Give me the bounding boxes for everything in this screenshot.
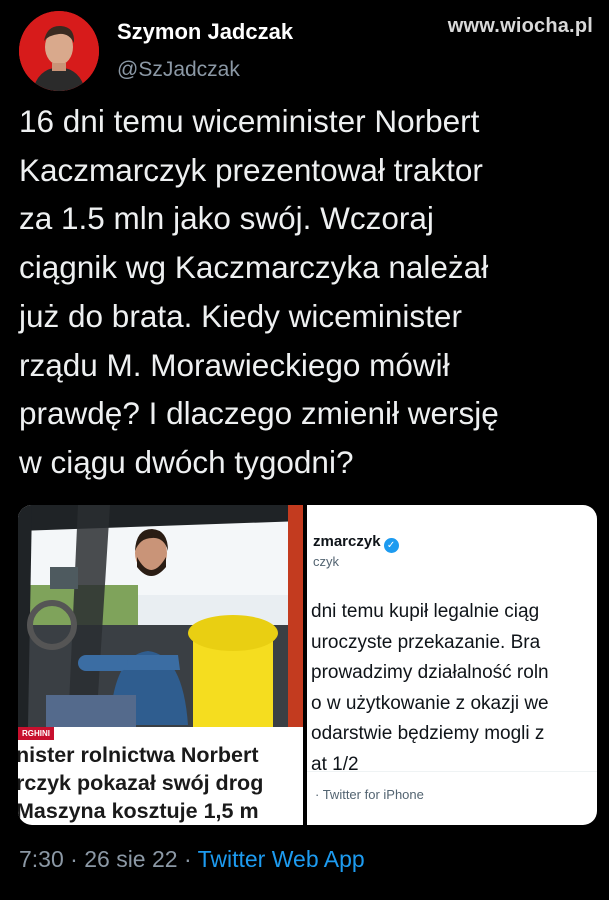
headline-line: rczyk pokazał swój drog	[18, 771, 264, 795]
watermark: www.wiocha.pl	[447, 15, 593, 37]
embedded-tweet-screenshot[interactable]: zmarczyk ✓ czyk dni temu kupił legalnie c…	[305, 505, 597, 825]
tweet-line: prawdę? I dlaczego zmienił wersję	[19, 395, 499, 432]
tweet-line: w ciągu dwóch tygodni?	[19, 443, 354, 480]
tweet-line: Kaczmarczyk prezentował traktor	[19, 151, 483, 188]
divider	[307, 771, 597, 772]
tweet-line: rządu M. Morawieckiego mówił	[19, 346, 450, 383]
tweet-line: ciągnik wg Kaczmarczyka należał	[19, 249, 489, 286]
tweet-text: 16 dni temu wiceminister Norbert Kaczmar…	[19, 97, 599, 487]
news-headline: nister rolnictwa Norbert rczyk pokazał s…	[18, 741, 303, 825]
embedded-line: prowadzimy działalność roln	[311, 662, 549, 683]
avatar-portrait	[19, 11, 99, 91]
headline-line: nister rolnictwa Norbert	[18, 743, 259, 767]
embedded-line: at 1/2	[311, 753, 359, 775]
embedded-author-name: zmarczyk	[313, 533, 381, 550]
embedded-tweet-source: · Twitter for iPhone	[315, 787, 424, 802]
tweet-date[interactable]: 26 sie 22	[84, 846, 177, 872]
tweet-line: 16 dni temu wiceminister Norbert	[19, 103, 480, 139]
tractor-photo	[18, 505, 303, 727]
news-screenshot[interactable]: RGHINI nister rolnictwa Norbert rczyk po…	[18, 505, 303, 825]
tweet-meta: 7:30 · 26 sie 22 · Twitter Web App	[19, 846, 365, 873]
author-name[interactable]: Szymon Jadczak	[117, 19, 293, 45]
tweet-time[interactable]: 7:30	[19, 846, 64, 872]
tweet-line: za 1.5 mln jako swój. Wczoraj	[19, 200, 434, 237]
author-handle[interactable]: @SzJadczak	[117, 58, 240, 82]
news-badge: RGHINI	[18, 727, 54, 740]
tweet-line: już do brata. Kiedy wiceminister	[19, 297, 462, 334]
embedded-tweet-handle: czyk	[313, 554, 339, 569]
embedded-tweet-text: dni temu kupił legalnie ciąg uroczyste p…	[311, 597, 597, 780]
meta-separator: ·	[177, 846, 198, 872]
embedded-line: dni temu kupił legalnie ciąg	[311, 601, 540, 622]
headline-line: Maszyna kosztuje 1,5 m	[18, 799, 259, 823]
embedded-line: o w użytkowanie z okazji we	[311, 692, 549, 714]
embedded-line: odarstwie będziemy mogli z	[311, 723, 545, 744]
meta-separator: ·	[63, 846, 85, 872]
embedded-line: uroczyste przekazanie. Bra	[311, 631, 541, 653]
embedded-tweet-author: zmarczyk ✓	[313, 533, 399, 553]
verified-badge-icon: ✓	[383, 538, 399, 553]
avatar[interactable]	[19, 11, 99, 91]
tweet-source-app[interactable]: Twitter Web App	[198, 846, 365, 872]
